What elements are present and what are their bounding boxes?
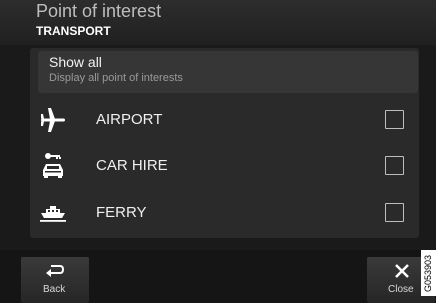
category-subtitle: TRANSPORT (36, 24, 111, 38)
ferry-icon (40, 206, 66, 222)
page-title: Point of interest (36, 1, 162, 21)
list-item-airport[interactable]: AIRPORT (30, 97, 419, 143)
list-item-car-hire[interactable]: CAR HIRE (30, 143, 419, 189)
item-label-car-hire: CAR HIRE (96, 157, 168, 174)
list-item-ferry[interactable]: FERRY (30, 190, 419, 236)
checkbox-ferry[interactable] (385, 203, 404, 222)
checkbox-car-hire[interactable] (385, 156, 404, 175)
item-label-ferry: FERRY (96, 204, 147, 221)
back-button[interactable]: Back (21, 257, 89, 303)
close-icon (395, 264, 409, 278)
back-arrow-icon (46, 265, 65, 277)
figure-code: G053903 (423, 254, 433, 292)
car-hire-icon (43, 153, 63, 178)
back-label: Back (43, 284, 66, 295)
figure-code-label: G053903 (421, 250, 436, 296)
header: Point of interest TRANSPORT (0, 0, 436, 45)
airplane-icon (41, 108, 65, 132)
close-label: Close (388, 284, 414, 295)
show-all-option[interactable]: Show all Display all point of interests (38, 51, 418, 93)
checkbox-airport[interactable] (385, 110, 404, 129)
show-all-description: Display all point of interests (49, 72, 183, 84)
show-all-title: Show all (49, 54, 102, 70)
item-label-airport: AIRPORT (96, 111, 163, 128)
